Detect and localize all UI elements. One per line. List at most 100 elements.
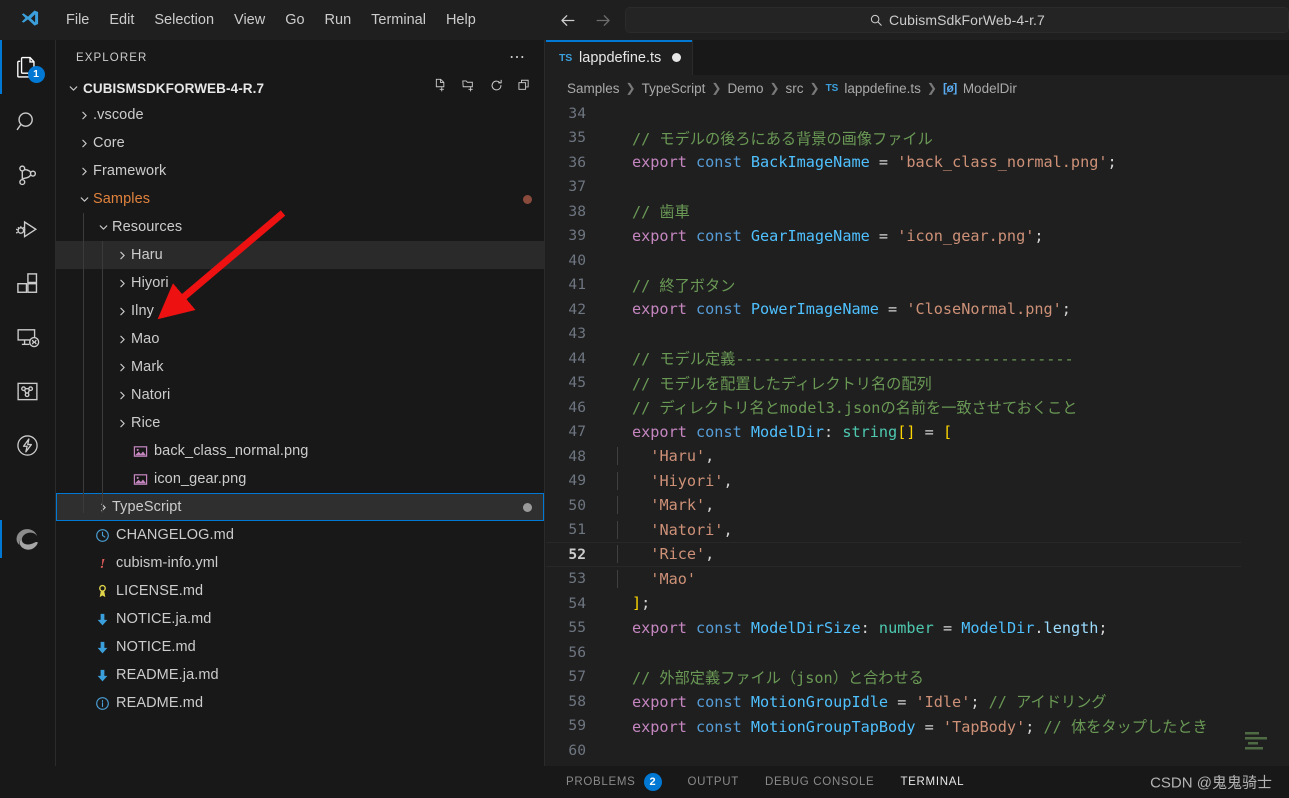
line-number: 49 bbox=[568, 472, 586, 490]
menu-help[interactable]: Help bbox=[437, 8, 485, 32]
chevron-right-icon[interactable] bbox=[114, 249, 131, 262]
breadcrumb-item-src[interactable]: src bbox=[786, 81, 804, 96]
chevron-right-icon[interactable] bbox=[76, 109, 93, 122]
breadcrumb-item-symbol[interactable]: ModelDir bbox=[963, 81, 1017, 96]
tree-item-samples[interactable]: Samples bbox=[56, 185, 544, 213]
tree-item-haru[interactable]: Haru bbox=[56, 241, 544, 269]
code-token: export bbox=[632, 300, 697, 319]
chevron-right-icon[interactable] bbox=[95, 501, 112, 514]
command-center[interactable]: CubismSdkForWeb-4-r.7 bbox=[625, 7, 1289, 33]
panel-tab-problems[interactable]: PROBLEMS 2 bbox=[566, 773, 662, 791]
code-token: const bbox=[696, 717, 751, 736]
notice-file-icon bbox=[93, 668, 112, 683]
minimap[interactable] bbox=[1241, 101, 1289, 766]
panel-tab-debug-console[interactable]: DEBUG CONSOLE bbox=[765, 776, 874, 788]
breadcrumb-item-demo[interactable]: Demo bbox=[727, 81, 763, 96]
chevron-right-icon[interactable] bbox=[114, 305, 131, 318]
code-line-60: 60 bbox=[546, 738, 1289, 763]
panel-tab-output[interactable]: OUTPUT bbox=[688, 776, 739, 788]
chevron-down-icon[interactable] bbox=[76, 193, 93, 206]
code-line-44: 44 // モデル定義------------------------------… bbox=[546, 346, 1289, 371]
line-content: 'Hiyori', bbox=[608, 471, 733, 490]
tree-item-mark[interactable]: Mark bbox=[56, 353, 544, 381]
tree-item-mao[interactable]: Mao bbox=[56, 325, 544, 353]
activity-explorer[interactable]: 1 bbox=[0, 40, 56, 94]
activity-thunder-client[interactable] bbox=[0, 418, 56, 472]
new-file-icon[interactable] bbox=[433, 78, 448, 98]
chevron-right-icon[interactable] bbox=[114, 333, 131, 346]
code-token: // モデルの後ろにある背景の画像ファイル bbox=[632, 129, 933, 148]
menu-terminal[interactable]: Terminal bbox=[362, 8, 435, 32]
breadcrumb-item-typescript[interactable]: TypeScript bbox=[642, 81, 706, 96]
tree-item-label: back_class_normal.png bbox=[154, 443, 309, 459]
tree-item-natori[interactable]: Natori bbox=[56, 381, 544, 409]
activity-extensions[interactable] bbox=[0, 256, 56, 310]
activity-edge-tools[interactable] bbox=[0, 512, 56, 566]
line-content: ]; bbox=[608, 594, 650, 612]
unsaved-indicator-icon[interactable] bbox=[672, 53, 682, 62]
file-tree: .vscode Core Framework Samples Resources Haru… bbox=[56, 101, 544, 717]
refresh-icon[interactable] bbox=[489, 78, 504, 98]
tree-item-license-md[interactable]: LICENSE.md bbox=[56, 577, 544, 605]
tree-item-cubism-info-yml[interactable]: ! cubism-info.yml bbox=[56, 549, 544, 577]
menu-selection[interactable]: Selection bbox=[145, 8, 223, 32]
code-line-39: 39 export const GearImageName = 'icon_gea… bbox=[546, 224, 1289, 249]
tree-item-back-class-normal-png[interactable]: back_class_normal.png bbox=[56, 437, 544, 465]
code-line-37: 37 bbox=[546, 175, 1289, 200]
code-token: ; bbox=[1025, 717, 1044, 736]
menu-run[interactable]: Run bbox=[316, 8, 361, 32]
tree-item-notice-ja-md[interactable]: NOTICE.ja.md bbox=[56, 605, 544, 633]
code-token: // 終了ボタン bbox=[632, 276, 736, 295]
code-line-53: 53 'Mao' bbox=[546, 567, 1289, 592]
tree-item-changelog-md[interactable]: CHANGELOG.md bbox=[56, 521, 544, 549]
tree-item-vscode[interactable]: .vscode bbox=[56, 101, 544, 129]
tree-item-typescript[interactable]: TypeScript bbox=[56, 493, 544, 521]
activity-testing[interactable] bbox=[0, 364, 56, 418]
activity-run-and-debug[interactable] bbox=[0, 202, 56, 256]
chevron-right-icon: ❯ bbox=[926, 81, 937, 95]
line-number: 50 bbox=[568, 496, 586, 514]
panel-tab-terminal[interactable]: TERMINAL bbox=[900, 776, 964, 788]
code-editor[interactable]: 34 35 // モデルの後ろにある背景の画像ファイル 36 export const … bbox=[546, 101, 1289, 766]
collapse-all-icon[interactable] bbox=[517, 78, 532, 98]
tree-item-label: CHANGELOG.md bbox=[116, 527, 235, 543]
tree-item-rice[interactable]: Rice bbox=[56, 409, 544, 437]
ellipsis-icon[interactable]: ⋯ bbox=[509, 49, 526, 65]
explorer-root-folder[interactable]: CUBISMSDKFORWEB-4-R.7 bbox=[56, 75, 544, 101]
chevron-down-icon[interactable] bbox=[95, 221, 112, 234]
tree-item-framework[interactable]: Framework bbox=[56, 157, 544, 185]
tree-item-notice-md[interactable]: NOTICE.md bbox=[56, 633, 544, 661]
chevron-right-icon[interactable] bbox=[114, 277, 131, 290]
activity-source-control[interactable] bbox=[0, 148, 56, 202]
breadcrumb-item-samples[interactable]: Samples bbox=[567, 81, 620, 96]
tree-item-core[interactable]: Core bbox=[56, 129, 544, 157]
menu-edit[interactable]: Edit bbox=[100, 8, 143, 32]
menu-view[interactable]: View bbox=[225, 8, 274, 32]
tree-item-icon-gear-png[interactable]: icon_gear.png bbox=[56, 465, 544, 493]
tree-item-readme-md[interactable]: README.md bbox=[56, 689, 544, 717]
tree-item-resources[interactable]: Resources bbox=[56, 213, 544, 241]
chevron-right-icon[interactable] bbox=[114, 417, 131, 430]
chevron-down-icon bbox=[65, 82, 81, 95]
chevron-right-icon[interactable] bbox=[114, 361, 131, 374]
code-token: number bbox=[878, 618, 934, 637]
breadcrumb-item-file[interactable]: lappdefine.ts bbox=[844, 81, 921, 96]
menu-file[interactable]: File bbox=[57, 8, 98, 32]
chevron-right-icon[interactable] bbox=[114, 389, 131, 402]
tree-item-ilny[interactable]: Ilny bbox=[56, 297, 544, 325]
activity-remote-explorer[interactable] bbox=[0, 310, 56, 364]
chevron-right-icon[interactable] bbox=[76, 165, 93, 178]
new-folder-icon[interactable] bbox=[461, 78, 476, 98]
tab-lappdefine-ts[interactable]: TS lappdefine.ts bbox=[546, 40, 694, 75]
tree-item-hiyori[interactable]: Hiyori bbox=[56, 269, 544, 297]
activity-search[interactable] bbox=[0, 94, 56, 148]
menu-go[interactable]: Go bbox=[276, 8, 313, 32]
indent-guide bbox=[102, 241, 103, 513]
arrow-right-icon[interactable] bbox=[592, 9, 614, 31]
tree-item-readme-ja-md[interactable]: README.ja.md bbox=[56, 661, 544, 689]
tree-item-label: Resources bbox=[112, 219, 183, 235]
code-line-49: 49 'Hiyori', bbox=[546, 469, 1289, 494]
arrow-left-icon[interactable] bbox=[556, 9, 578, 31]
chevron-right-icon[interactable] bbox=[76, 137, 93, 150]
line-number: 53 bbox=[568, 570, 586, 588]
